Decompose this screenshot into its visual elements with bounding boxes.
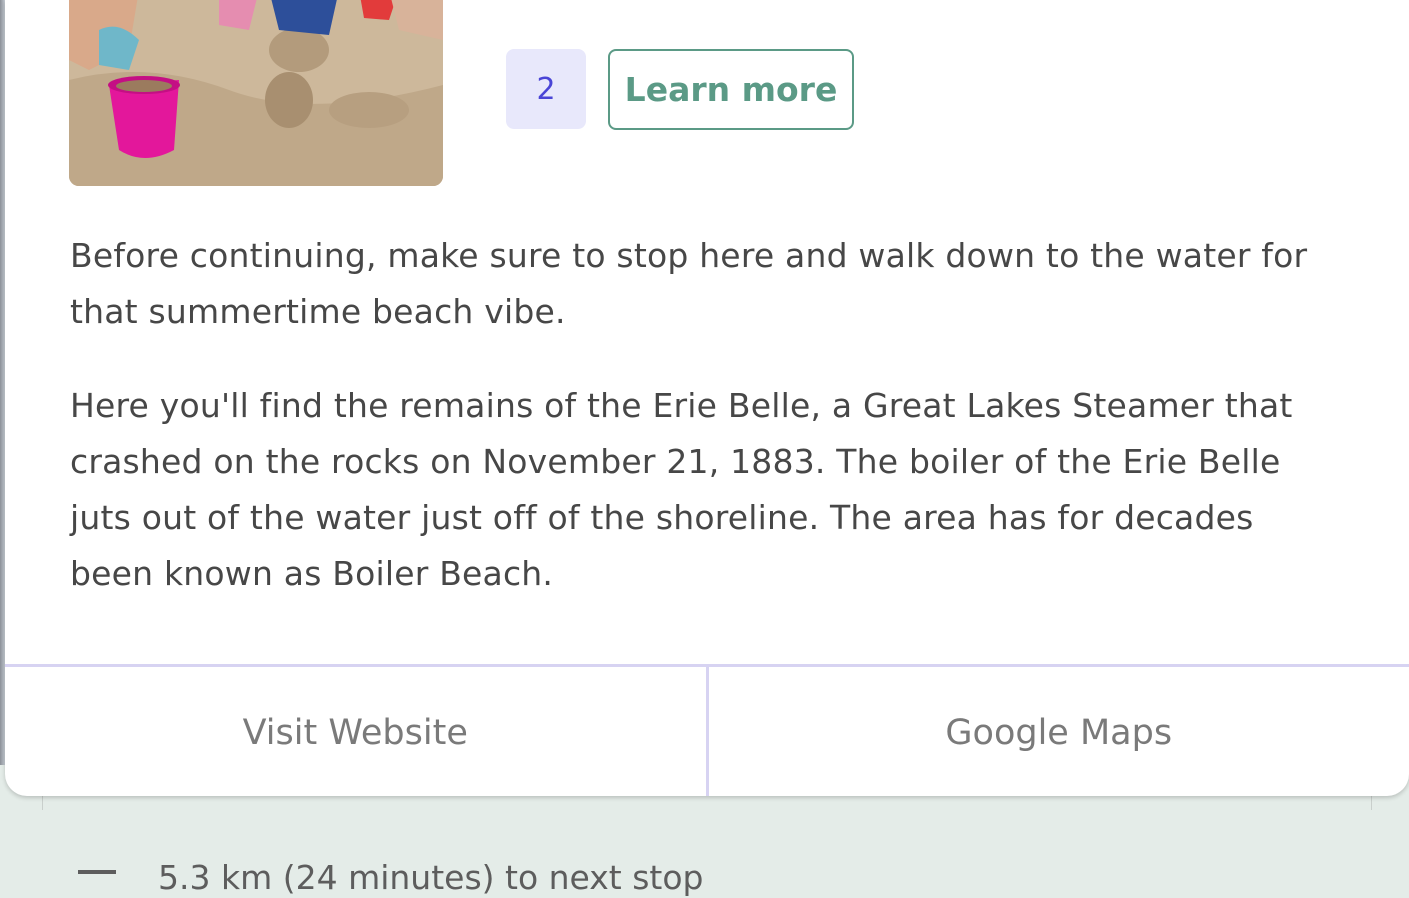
stop-number-badge: 2 [506,49,586,129]
cropped-text-fragment [820,0,1080,6]
menu-icon[interactable] [78,870,116,874]
description-paragraph-2: Here you'll find the remains of the Erie… [70,378,1330,602]
learn-more-button[interactable]: Learn more [608,49,854,130]
stop-card: 2 Learn more Before continuing, make sur… [5,0,1409,796]
beach-photo [69,0,443,186]
visit-website-button[interactable]: Visit Website [5,667,706,796]
description-paragraph-1: Before continuing, make sure to stop her… [70,228,1370,340]
google-maps-button[interactable]: Google Maps [709,667,1409,796]
next-stop-row: 5.3 km (24 minutes) to next stop [78,858,778,898]
card-footer: Visit Website Google Maps [5,664,1409,796]
